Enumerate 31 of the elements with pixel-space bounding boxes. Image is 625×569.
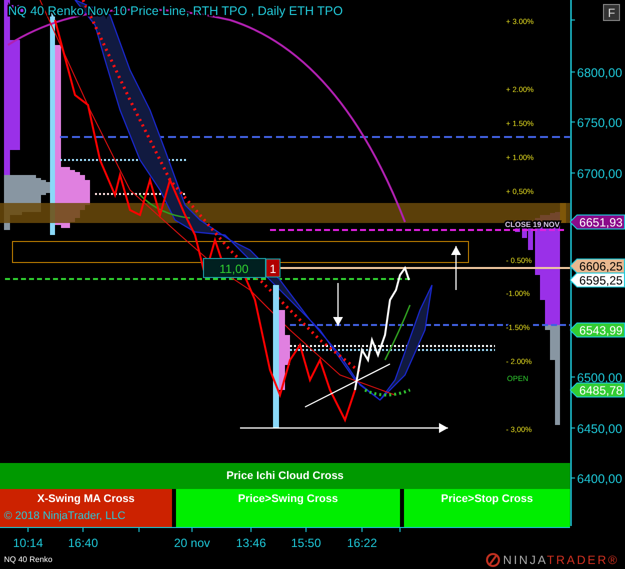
time-label: 16:40 xyxy=(68,536,98,550)
time-label: 13:46 xyxy=(236,536,266,550)
time-label: 20 nov xyxy=(174,536,210,550)
price-tag: 6606,25 xyxy=(570,258,625,274)
copyright-text: © 2018 NinjaTrader, LLC xyxy=(4,508,126,524)
logo-text: NINJATRADER® xyxy=(503,552,619,569)
time-label: 16:22 xyxy=(346,536,378,550)
price-tag: 6485,78 xyxy=(570,382,625,398)
dotted-average-line xyxy=(364,388,411,396)
axis-label: 6800,00 xyxy=(577,66,622,80)
price-tag: 6543,99 xyxy=(570,322,625,338)
price-tag: 6651,93 xyxy=(570,214,625,230)
arrow xyxy=(451,246,461,290)
signal-label: X-Swing MA Cross xyxy=(37,492,135,507)
signal-label: Price>Swing Cross xyxy=(238,492,338,507)
axis-label: 6400,00 xyxy=(577,472,622,486)
price-tag: 6595,25 xyxy=(570,272,625,288)
time-label: 15:50 xyxy=(290,536,322,550)
position-quantity: 11,00 xyxy=(203,258,266,278)
logo-icon xyxy=(486,553,500,567)
time-label: 10:14 xyxy=(12,536,44,550)
instrument-label: NQ 40 Renko xyxy=(4,554,52,566)
axis-label: 6450,00 xyxy=(577,422,622,436)
axis-label: 6700,00 xyxy=(577,167,622,181)
signal-label: Price>Stop Cross xyxy=(440,492,533,507)
format-button[interactable]: F xyxy=(603,4,620,21)
axis-label: 6750,00 xyxy=(577,116,622,130)
signal-label: Price Ichi Cloud Cross xyxy=(226,468,344,484)
position-count: 1 xyxy=(266,258,280,278)
arrow xyxy=(333,283,343,326)
axis-label: 6500,00 xyxy=(577,371,622,385)
